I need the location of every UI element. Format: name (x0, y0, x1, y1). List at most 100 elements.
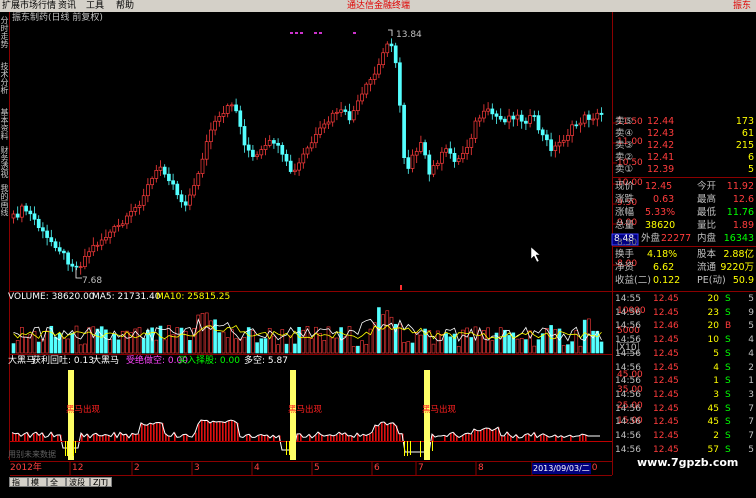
candle-body (141, 195, 146, 206)
indicator-red-bar (375, 425, 377, 441)
candle-body (591, 118, 595, 121)
candle-body (36, 218, 41, 229)
indicator-red-bar (480, 430, 482, 441)
candle-body (251, 149, 255, 157)
volume-bar (427, 330, 432, 354)
volume-bars (11, 307, 604, 354)
candle-body (276, 142, 280, 146)
volume-bar (53, 336, 58, 354)
volume-bar (154, 339, 159, 354)
date-label: 6 (374, 463, 380, 473)
candle-body (137, 204, 142, 208)
candle-body (318, 127, 322, 135)
ask-row-1: 卖① 12.39 5 (615, 164, 754, 175)
indicator-red-bar (198, 424, 200, 441)
candle-body (125, 215, 129, 225)
tab-indicator[interactable]: 指标 (9, 477, 28, 497)
indicator-red-bar (207, 420, 209, 441)
volume-bar (326, 326, 331, 354)
volume-bar (330, 337, 335, 354)
candle-body (78, 266, 83, 268)
candle-body (53, 241, 58, 248)
tab-template[interactable]: 模板 (28, 477, 47, 497)
candle-body (62, 250, 66, 254)
candle-body (204, 141, 209, 160)
indicator-red-bar (471, 434, 473, 441)
volume-bar (343, 336, 348, 354)
tick-row: 14:55 12.45 20 S 5 (615, 294, 754, 304)
indicator-red-bar (477, 430, 479, 441)
tab-wave-king[interactable]: 波段王 (66, 477, 90, 497)
candle-body (381, 52, 385, 66)
candle-body (99, 239, 104, 246)
candle-body (230, 104, 234, 107)
tick-row: 14:56 12.45 57 S 5 (615, 444, 754, 455)
volume-bar (364, 344, 369, 354)
volume-bar (204, 312, 209, 354)
candle-body (183, 201, 188, 206)
candle-body (419, 142, 423, 152)
candle-body (498, 115, 503, 120)
volume-bar (125, 330, 129, 354)
tab-zjtj[interactable]: ZJTJ (90, 477, 112, 487)
volume-bar (431, 343, 436, 354)
volume-bar (406, 341, 411, 354)
indicator-red-bar (102, 435, 104, 441)
volume-bar (410, 342, 415, 354)
volume-bar (461, 329, 465, 354)
indicator-red-bar (393, 422, 395, 441)
volume-bar (74, 325, 79, 354)
tick-row: 14:56 12.45 1 S 1 (615, 376, 754, 387)
indicator-red-bar (12, 432, 14, 441)
volume-bar (318, 333, 322, 354)
candle-body (263, 145, 268, 150)
volume-bar (301, 329, 306, 354)
candle-body (385, 43, 390, 54)
indicator-red-bar (156, 422, 158, 441)
candle-body (200, 158, 205, 174)
candle-body (129, 211, 133, 217)
candle-body (133, 207, 138, 212)
indicator-red-bar (333, 435, 335, 441)
candle-body (301, 153, 306, 164)
candle-body (343, 109, 348, 112)
candle-body (288, 160, 293, 172)
indicator-red-bar (372, 432, 374, 441)
candle-body (393, 45, 398, 64)
indicator-red-bar (501, 435, 503, 441)
candle-body (175, 183, 180, 196)
volume-bar (36, 341, 41, 354)
candle-body (15, 213, 20, 218)
candle-body (389, 43, 394, 47)
candle-body (32, 213, 37, 220)
candle-body (402, 104, 406, 158)
candle-body (57, 247, 62, 252)
candle-body (284, 153, 289, 162)
candle-body (246, 144, 251, 151)
indicator-red-bar (213, 421, 215, 441)
tab-all[interactable]: 全部 (47, 477, 66, 497)
candlestick-series (11, 38, 604, 275)
volume-bar (238, 338, 243, 354)
candle-body (356, 100, 360, 111)
indicator-long-short: 多空: 5.87 (244, 356, 288, 366)
candle-body (465, 147, 469, 154)
candle-body (524, 120, 528, 124)
candle-body (225, 105, 230, 114)
indicator-red-bar (204, 420, 206, 441)
stat-row: 涨幅 5.33% 最低 11.76 (615, 207, 754, 218)
candle-body (83, 256, 87, 267)
volume-bar (566, 344, 570, 354)
candle-body (305, 147, 310, 155)
volume-bar (570, 341, 574, 354)
volume-bar (137, 327, 142, 354)
candle-body (410, 154, 415, 169)
indicator-red-bar (93, 434, 95, 441)
volume-bar (99, 326, 104, 354)
volume-bar (545, 328, 549, 354)
red-marker (400, 285, 402, 290)
volume-bar (389, 316, 394, 354)
ask-row-3: 卖③ 12.42 215 (615, 140, 754, 151)
candle-body (582, 114, 587, 124)
candle-body (406, 157, 411, 169)
